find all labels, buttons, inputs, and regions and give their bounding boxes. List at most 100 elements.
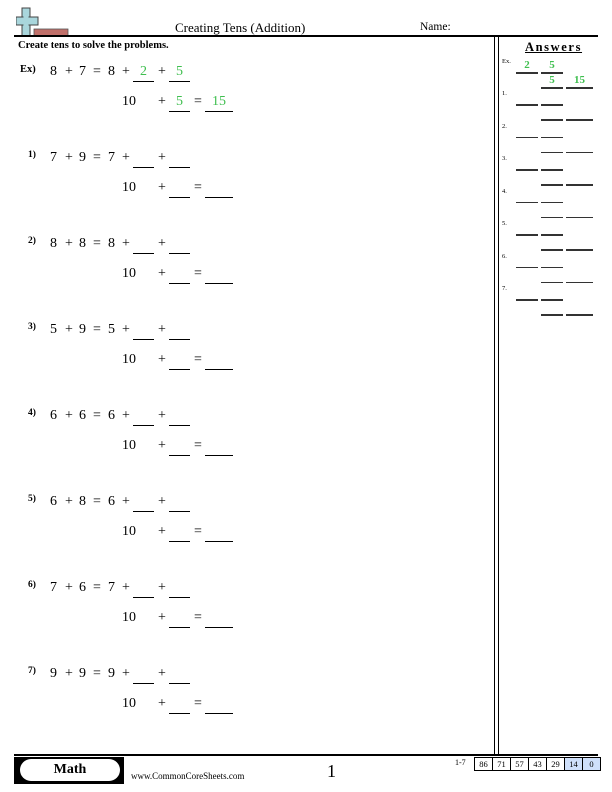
plus-sign: + xyxy=(158,408,166,423)
answer-line xyxy=(566,314,593,316)
answer-line xyxy=(516,72,538,74)
example-problem: Ex) 8 + 7 = 8 + 2 + 5 10 + 5 = 15 xyxy=(0,64,490,114)
equals-sign: = xyxy=(194,610,202,625)
problem-number: 4) xyxy=(28,408,36,418)
score-cell: 86 xyxy=(475,757,493,771)
answer-line xyxy=(566,151,593,153)
first-number: 9 xyxy=(108,666,115,681)
answer-line xyxy=(541,299,563,301)
answer-blank[interactable] xyxy=(169,580,190,598)
sum-blank[interactable] xyxy=(205,524,233,542)
ten: 10 xyxy=(122,94,136,109)
plus-sign: + xyxy=(158,696,166,711)
first-number: 8 xyxy=(108,64,115,79)
plus-sign: + xyxy=(122,494,130,509)
column-divider xyxy=(494,37,496,754)
plus-sign: + xyxy=(158,94,166,109)
sum-blank[interactable] xyxy=(205,438,233,456)
plus-sign: + xyxy=(158,64,166,79)
answer-blank[interactable] xyxy=(169,438,190,456)
answer-line xyxy=(516,136,538,138)
answer-line xyxy=(541,234,563,236)
answer-blank[interactable] xyxy=(169,494,190,512)
plus-sign: + xyxy=(122,322,130,337)
first-number: 5 xyxy=(108,322,115,337)
answer-line xyxy=(541,104,563,106)
answer-key-title: Answers xyxy=(525,40,583,54)
problem: 5) 6 + 8 = 6 + + 10 + = xyxy=(0,494,490,544)
plus-sign: + xyxy=(158,438,166,453)
instructions: Create tens to solve the problems. xyxy=(18,40,169,51)
answer-line xyxy=(541,201,563,203)
answer-line xyxy=(541,136,563,138)
answer-blank[interactable] xyxy=(169,236,190,254)
sum-blank[interactable] xyxy=(205,180,233,198)
problem: 2) 8 + 8 = 8 + + 10 + = xyxy=(0,236,490,286)
equals-sign: = xyxy=(194,180,202,195)
score-cell: 14 xyxy=(565,757,583,771)
answer-blank[interactable] xyxy=(169,180,190,198)
answer-key-label: 5. xyxy=(502,220,507,227)
sum-blank[interactable] xyxy=(205,266,233,284)
answer-blank[interactable] xyxy=(169,524,190,542)
sum-blank[interactable] xyxy=(205,352,233,370)
addend-b: 6 xyxy=(79,408,86,423)
first-number: 7 xyxy=(108,580,115,595)
sum-blank[interactable] xyxy=(205,696,233,714)
plus-sign: + xyxy=(122,580,130,595)
answer-blank[interactable] xyxy=(169,322,190,340)
problem: 7) 9 + 9 = 9 + + 10 + = xyxy=(0,666,490,716)
problem: 3) 5 + 9 = 5 + + 10 + = xyxy=(0,322,490,372)
answer-blank[interactable] xyxy=(169,352,190,370)
site-link[interactable]: www.CommonCoreSheets.com xyxy=(131,771,244,781)
answer-line xyxy=(516,266,538,268)
answer-blank[interactable] xyxy=(169,610,190,628)
ten: 10 xyxy=(122,266,136,281)
ten: 10 xyxy=(122,438,136,453)
answer-blank[interactable] xyxy=(169,666,190,684)
plus-sign: + xyxy=(65,322,73,337)
answer-blank[interactable] xyxy=(133,150,154,168)
answer-line xyxy=(566,249,593,251)
page-number: 1 xyxy=(327,761,336,781)
answer-blank[interactable] xyxy=(133,236,154,254)
answer-line xyxy=(541,249,563,251)
answer-key-label: 1. xyxy=(502,90,507,97)
answer-blank[interactable] xyxy=(169,266,190,284)
plus-sign: + xyxy=(158,180,166,195)
answer-key-label: 3. xyxy=(502,155,507,162)
answer-blank[interactable] xyxy=(133,580,154,598)
answer-blank[interactable] xyxy=(169,696,190,714)
ten: 10 xyxy=(122,696,136,711)
addend-b: 8 xyxy=(79,236,86,251)
answer-blank[interactable] xyxy=(133,494,154,512)
equals-sign: = xyxy=(194,352,202,367)
answer-blank[interactable] xyxy=(133,408,154,426)
answer-line xyxy=(541,169,563,171)
sum-blank[interactable] xyxy=(205,610,233,628)
equals-sign: = xyxy=(194,696,202,711)
answer-blank[interactable] xyxy=(133,322,154,340)
plus-sign: + xyxy=(65,494,73,509)
plus-sign: + xyxy=(65,150,73,165)
answer-line xyxy=(516,299,538,301)
answer-line xyxy=(566,281,593,283)
answer-blank[interactable] xyxy=(133,666,154,684)
equals-sign: = xyxy=(93,150,101,165)
answer-line xyxy=(541,119,563,121)
worksheet-title: Creating Tens (Addition) xyxy=(175,20,306,35)
answer-key-example-label: Ex. xyxy=(502,58,511,65)
problem: 1) 7 + 9 = 7 + + 10 + = xyxy=(0,150,490,200)
answer-blank[interactable] xyxy=(169,408,190,426)
addend-a: 8 xyxy=(50,236,57,251)
example-fill-3: 5 xyxy=(169,94,190,112)
answer-line xyxy=(516,201,538,203)
answer-line xyxy=(541,216,563,218)
answer-blank[interactable] xyxy=(169,150,190,168)
plus-sign: + xyxy=(65,236,73,251)
addend-a: 9 xyxy=(50,666,57,681)
plus-sign: + xyxy=(122,408,130,423)
answer-key-label: 4. xyxy=(502,187,507,195)
first-number: 7 xyxy=(108,150,115,165)
addend-a: 7 xyxy=(50,150,57,165)
